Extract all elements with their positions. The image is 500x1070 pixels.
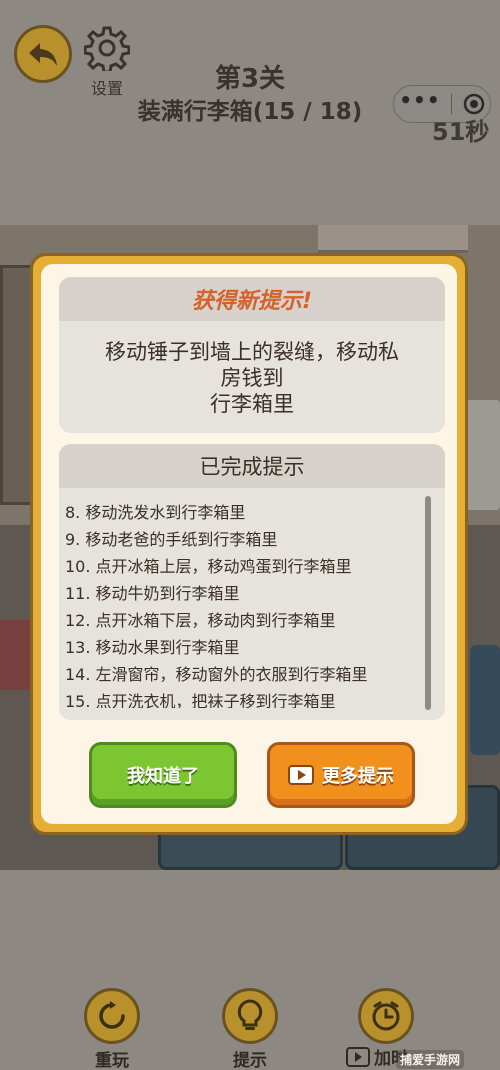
list-item: 8. 移动洗发水到行李箱里 xyxy=(65,503,246,522)
scene-chair xyxy=(470,645,500,755)
video-icon xyxy=(288,765,314,785)
completed-hints-panel: 已完成提示 8. 移动洗发水到行李箱里 9. 移动老爸的手纸到行李箱里 10. … xyxy=(59,444,445,720)
restart-label: 重玩 xyxy=(95,1051,129,1070)
list-scrollbar[interactable] xyxy=(425,496,431,710)
list-item: 15. 点开洗衣机，把袜子移到行李箱里 xyxy=(65,692,336,708)
list-item: 13. 移动水果到行李箱里 xyxy=(65,638,240,657)
settings-button[interactable]: 设置 xyxy=(82,25,132,99)
list-item: 10. 点开冰箱上层，移动鸡蛋到行李箱里 xyxy=(65,557,352,576)
new-hint-line: 行李箱里 xyxy=(210,392,294,416)
got-it-label: 我知道了 xyxy=(127,766,199,787)
list-item: 11. 移动牛奶到行李箱里 xyxy=(65,584,240,603)
list-item: 12. 点开冰箱下层，移动肉到行李箱里 xyxy=(65,611,336,630)
hint-label: 提示 xyxy=(233,1051,267,1070)
lightbulb-icon xyxy=(237,999,263,1030)
new-hint-title: 获得新提示! xyxy=(59,277,445,321)
hint-circle xyxy=(222,988,278,1044)
completed-hints-title: 已完成提示 xyxy=(59,444,445,488)
timer: 51秒 xyxy=(432,118,490,146)
back-arrow-icon xyxy=(29,43,57,66)
list-item: 9. 移动老爸的手纸到行李箱里 xyxy=(65,530,278,549)
completed-hints-list[interactable]: 8. 移动洗发水到行李箱里 9. 移动老爸的手纸到行李箱里 10. 点开冰箱上层… xyxy=(59,488,423,708)
clock-icon xyxy=(372,1001,400,1031)
hint-button[interactable]: 提示 xyxy=(220,988,280,1070)
list-item xyxy=(65,488,423,499)
hint-dialog: 获得新提示! 移动锤子到墙上的裂缝，移动私 房钱到 行李箱里 已完成提示 8. … xyxy=(30,253,468,835)
new-hint-panel: 获得新提示! 移动锤子到墙上的裂缝，移动私 房钱到 行李箱里 xyxy=(59,277,445,433)
list-item: 14. 左滑窗帘，移动窗外的衣服到行李箱里 xyxy=(65,665,368,684)
more-hints-label: 更多提示 xyxy=(322,766,394,787)
scene-box xyxy=(0,620,30,690)
gear-icon xyxy=(83,26,131,74)
new-hint-text: 移动锤子到墙上的裂缝，移动私 房钱到 行李箱里 xyxy=(59,321,445,417)
level-title: 第3关 xyxy=(214,64,286,94)
scene-curtain xyxy=(318,225,468,253)
got-it-button[interactable]: 我知道了 xyxy=(89,742,237,808)
add-time-circle xyxy=(358,988,414,1044)
more-icon[interactable]: ••• xyxy=(399,90,440,110)
level-progress: 装满行李箱(15 / 18) xyxy=(137,99,363,125)
restart-button[interactable]: 重玩 xyxy=(82,988,142,1070)
new-hint-line: 移动锤子到墙上的裂缝，移动私 xyxy=(105,340,399,364)
video-icon xyxy=(346,1046,370,1067)
watermark: 捕爱手游网 xyxy=(396,1050,465,1069)
hint-dialog-inner: 获得新提示! 移动锤子到墙上的裂缝，移动私 房钱到 行李箱里 已完成提示 8. … xyxy=(41,264,457,824)
scrollbar-thumb[interactable] xyxy=(425,496,431,710)
new-hint-line: 房钱到 xyxy=(220,366,284,390)
more-hints-button[interactable]: 更多提示 xyxy=(267,742,415,808)
restart-icon xyxy=(99,1001,125,1029)
capsule-divider xyxy=(451,94,453,114)
back-button[interactable] xyxy=(14,25,72,83)
restart-circle xyxy=(84,988,140,1044)
add-time-button[interactable] xyxy=(356,988,416,1044)
